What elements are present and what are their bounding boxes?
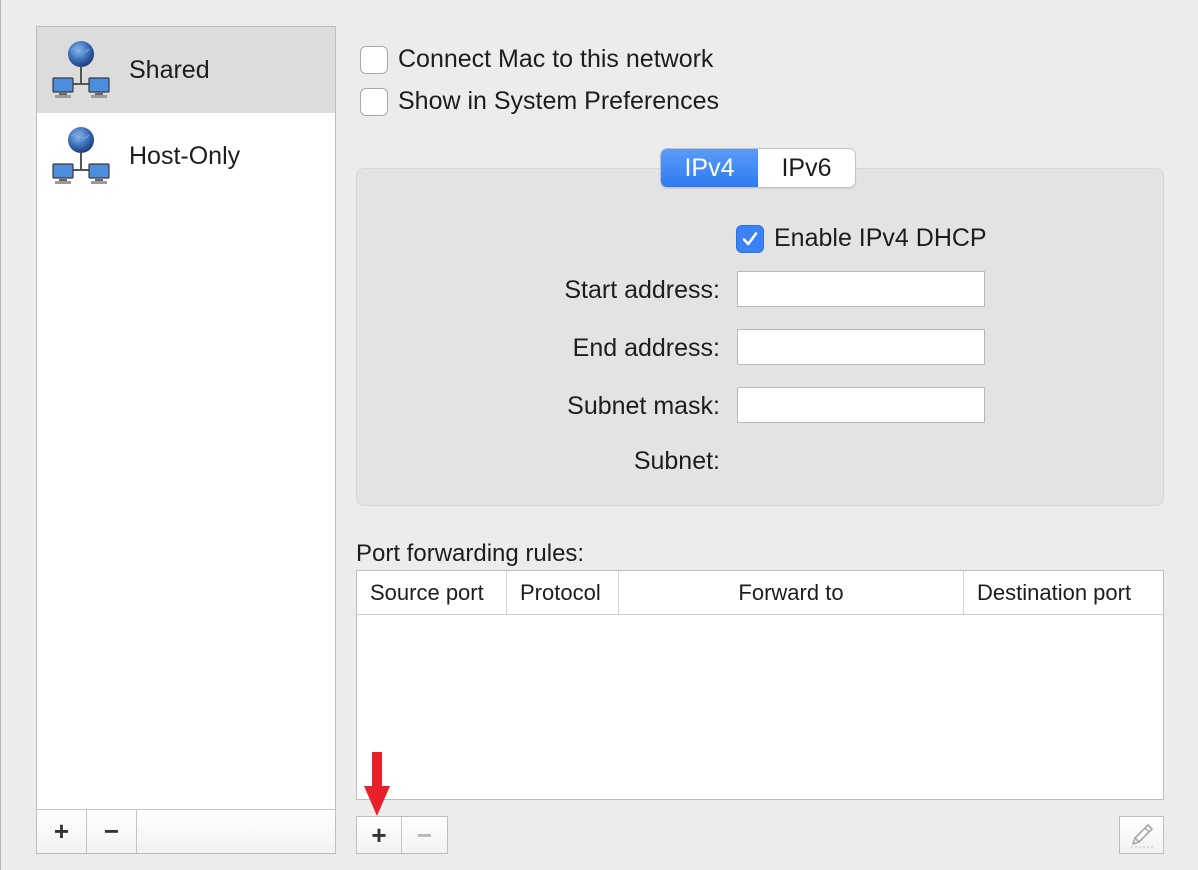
port-forwarding-toolbar: + −: [356, 816, 448, 854]
column-destination-port[interactable]: Destination port: [964, 571, 1163, 614]
port-forwarding-title: Port forwarding rules:: [356, 540, 585, 567]
window-edge: [0, 0, 1, 870]
pencil-icon: [1130, 824, 1153, 848]
dhcp-label: Enable IPv4 DHCP: [774, 224, 987, 252]
dhcp-option[interactable]: Enable IPv4 DHCP: [736, 224, 987, 253]
network-list: Shared Host-Only + −: [36, 26, 336, 854]
column-source-port[interactable]: Source port: [357, 571, 507, 614]
network-item-label: Shared: [129, 55, 210, 84]
end-address-input[interactable]: [737, 329, 985, 365]
remove-rule-button[interactable]: −: [402, 817, 447, 853]
connect-mac-label: Connect Mac to this network: [398, 45, 714, 73]
remove-network-button[interactable]: −: [87, 810, 137, 853]
subnet-mask-label: Subnet mask:: [567, 392, 720, 420]
network-globe-icon: [52, 127, 110, 184]
edit-rule-button[interactable]: [1119, 816, 1164, 854]
end-address-label: End address:: [572, 334, 720, 362]
start-address-label: Start address:: [564, 276, 720, 304]
network-item-host-only[interactable]: Host-Only: [37, 113, 335, 199]
tab-ipv4[interactable]: IPv4: [661, 149, 758, 187]
connect-mac-option[interactable]: Connect Mac to this network: [360, 45, 713, 74]
ip-version-tabs: IPv4 IPv6: [660, 148, 856, 188]
dhcp-checkbox[interactable]: [736, 224, 764, 253]
add-rule-button[interactable]: +: [357, 817, 402, 853]
show-in-prefs-option[interactable]: Show in System Preferences: [360, 87, 719, 116]
network-item-label: Host-Only: [129, 141, 241, 170]
annotation-arrow-icon: [364, 752, 390, 816]
show-in-prefs-checkbox[interactable]: [360, 87, 388, 116]
network-list-toolbar: + −: [37, 809, 335, 853]
port-forwarding-table: Source port Protocol Forward to Destinat…: [356, 570, 1164, 800]
checkmark-icon: [742, 231, 758, 245]
table-header: Source port Protocol Forward to Destinat…: [357, 571, 1163, 615]
start-address-input[interactable]: [737, 271, 985, 307]
add-network-button[interactable]: +: [37, 810, 87, 853]
column-forward-to[interactable]: Forward to: [619, 571, 964, 614]
network-globe-icon: [52, 41, 110, 98]
subnet-label: Subnet:: [633, 447, 720, 475]
tab-ipv6[interactable]: IPv6: [758, 149, 855, 187]
subnet-mask-input[interactable]: [737, 387, 985, 423]
show-in-prefs-label: Show in System Preferences: [398, 87, 719, 115]
connect-mac-checkbox[interactable]: [360, 45, 388, 74]
network-item-shared[interactable]: Shared: [37, 27, 335, 113]
column-protocol[interactable]: Protocol: [507, 571, 619, 614]
